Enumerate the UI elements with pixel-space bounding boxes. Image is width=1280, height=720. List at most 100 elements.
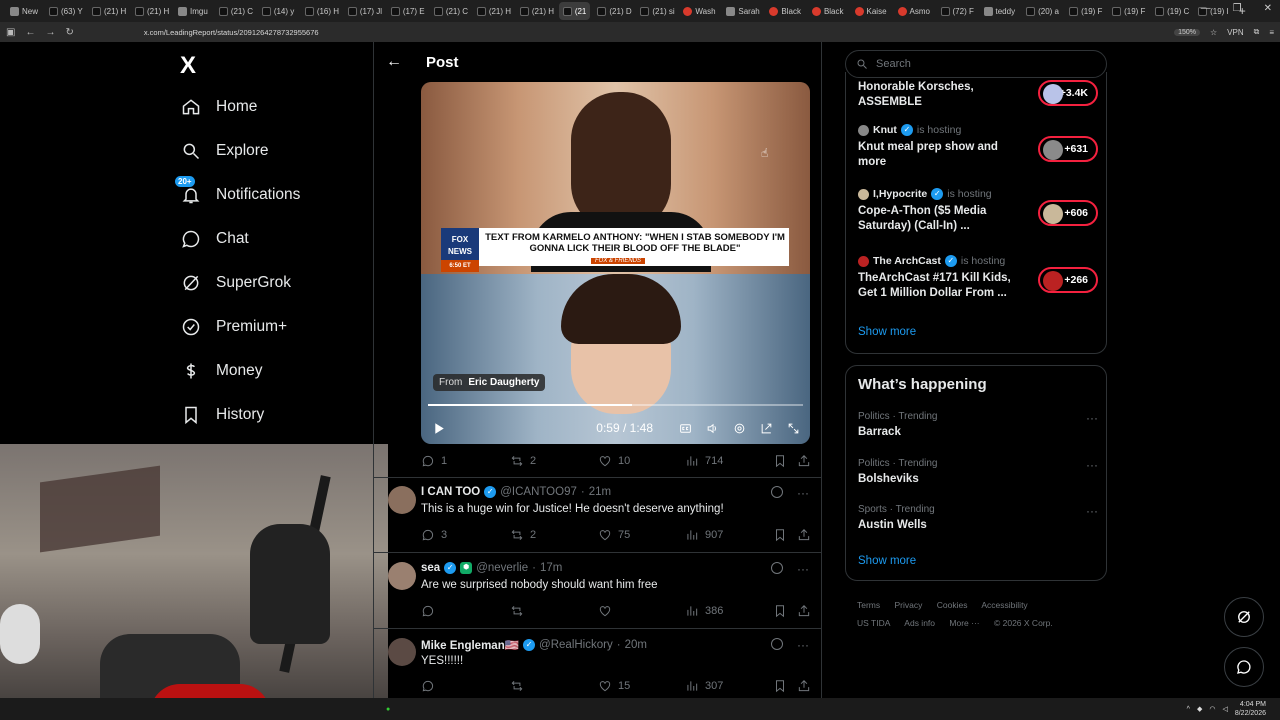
browser-tab[interactable]: (17) Jl [344, 2, 384, 20]
search-input[interactable]: Search [845, 50, 1107, 78]
taskbar-clock[interactable]: 4:04 PM 8/22/2026 [1235, 700, 1266, 718]
browser-tab[interactable]: (63) Y [45, 2, 85, 20]
browser-tab[interactable]: (20) a [1022, 2, 1062, 20]
video-source-label[interactable]: From Eric Daugherty [433, 374, 546, 391]
captions-icon[interactable] [678, 421, 692, 435]
back-arrow-icon[interactable]: ← [386, 53, 402, 71]
reply-button[interactable] [421, 604, 435, 618]
like-button[interactable] [598, 604, 612, 618]
more-options-icon[interactable]: ··· [1086, 458, 1098, 472]
nav-home[interactable]: Home [180, 96, 257, 118]
bookmark-button[interactable] [773, 679, 787, 693]
grok-icon[interactable] [771, 486, 783, 498]
browser-tab[interactable]: (21) si [636, 2, 676, 20]
browser-tab[interactable]: (72) F [937, 2, 977, 20]
views-button[interactable]: 386 [685, 604, 723, 618]
space-item[interactable]: Honorable Korsches, ASSEMBLE +3.4K [858, 76, 1098, 110]
browser-tab[interactable]: (19) F [1108, 2, 1148, 20]
close-window-button[interactable]: ✕ [1264, 3, 1272, 14]
share-button[interactable] [797, 679, 811, 693]
browser-tab[interactable]: (21) C [215, 2, 255, 20]
nav-notifications[interactable]: 20+ Notifications [175, 176, 300, 206]
more-options-icon[interactable]: ··· [1086, 411, 1098, 425]
repost-button[interactable] [510, 679, 524, 693]
space-listeners-pill[interactable]: +3.4K [1038, 80, 1098, 106]
trend-item[interactable]: Sports · Trending Austin Wells ··· [858, 504, 1098, 531]
show-more-link[interactable]: Show more [858, 326, 916, 338]
bookmark-button[interactable] [773, 454, 787, 468]
messages-floating-button[interactable] [1224, 647, 1264, 687]
space-listeners-pill[interactable]: +606 [1038, 200, 1098, 226]
nav-explore[interactable]: Explore [180, 140, 269, 162]
browser-tab[interactable]: (14) y [258, 2, 298, 20]
reply-time[interactable]: 21m [589, 486, 611, 498]
browser-tab[interactable]: (21) D [593, 2, 633, 20]
reply-button[interactable] [421, 679, 435, 693]
maximize-button[interactable]: ❐ [1233, 3, 1242, 14]
like-button[interactable]: 10 [598, 454, 630, 468]
video-progress-bar[interactable] [428, 404, 803, 406]
bookmark-button[interactable] [773, 528, 787, 542]
browser-tab[interactable]: (21) H [131, 2, 171, 20]
reply-handle[interactable]: @ICANTOO97 [500, 486, 577, 498]
nav-chat[interactable]: Chat [180, 228, 249, 250]
share-button[interactable] [797, 528, 811, 542]
minimize-button[interactable]: — [1201, 3, 1211, 14]
fullscreen-icon[interactable] [786, 421, 800, 435]
footer-terms-link[interactable]: Terms [857, 600, 880, 610]
show-more-link[interactable]: Show more [858, 555, 916, 567]
views-button[interactable]: 307 [685, 679, 723, 693]
more-options-icon[interactable]: ··· [1086, 504, 1098, 518]
extensions-icon[interactable]: ⧉ [1254, 27, 1260, 37]
browser-tab[interactable]: Sarah [722, 2, 762, 20]
browser-tab[interactable]: (19) C [1151, 2, 1191, 20]
more-options-icon[interactable]: ··· [797, 562, 809, 576]
avatar[interactable] [388, 638, 416, 666]
space-item[interactable]: The ArchCast ✓ is hosting TheArchCast #171… [858, 255, 1098, 301]
like-button[interactable]: 75 [598, 528, 630, 542]
browser-tab[interactable]: (21) H [473, 2, 513, 20]
url-field[interactable]: x.com/LeadingReport/status/2091264278732… [144, 28, 319, 37]
reply-author-name[interactable]: sea [421, 562, 440, 574]
footer-privacy-link[interactable]: Privacy [895, 600, 923, 610]
video-player[interactable]: FOX NEWS 6:50 ET TEXT FROM KARMELO ANTHO… [421, 82, 810, 444]
speaker-icon[interactable]: ◁ [1222, 705, 1227, 713]
more-options-icon[interactable]: ··· [797, 486, 809, 500]
views-button[interactable]: 907 [685, 528, 723, 542]
tray-app-icon[interactable]: ◆ [1197, 705, 1202, 713]
grok-icon[interactable] [771, 638, 783, 650]
footer-ads-link[interactable]: Ads info [904, 618, 935, 628]
reply-author-name[interactable]: I CAN TOO [421, 486, 480, 498]
browser-tab[interactable]: Imgu [174, 2, 212, 20]
views-button[interactable]: 714 [685, 454, 723, 468]
tray-chevron-icon[interactable]: ^ [1187, 706, 1190, 713]
browser-tab[interactable]: Asmo [894, 2, 934, 20]
browser-tab[interactable]: Wash [679, 2, 719, 20]
browser-tab[interactable]: (21) C [430, 2, 470, 20]
footer-accessibility-link[interactable]: Accessibility [981, 600, 1027, 610]
back-icon[interactable]: ← [25, 27, 35, 38]
bookmark-button[interactable] [773, 604, 787, 618]
grok-icon[interactable] [771, 562, 783, 574]
avatar[interactable] [388, 562, 416, 590]
reply-author-name[interactable]: Mike Engleman🇺🇸 [421, 638, 519, 652]
browser-tab[interactable]: New [6, 2, 42, 20]
zoom-indicator[interactable]: 150% [1174, 28, 1200, 36]
reply-time[interactable]: 17m [540, 562, 562, 574]
browser-tab[interactable]: (21 [558, 2, 591, 20]
browser-tab[interactable]: (17) E [387, 2, 427, 20]
space-item[interactable]: I,Hypocrite ✓ is hosting Cope-A-Thon ($5 M… [858, 188, 1098, 234]
browser-tab[interactable]: (16) H [301, 2, 341, 20]
space-item[interactable]: Knut ✓ is hosting Knut meal prep show and … [858, 124, 1098, 170]
more-options-icon[interactable]: ··· [797, 638, 809, 652]
settings-gear-icon[interactable] [732, 421, 746, 435]
share-button[interactable] [797, 454, 811, 468]
browser-tab[interactable]: (21) H [88, 2, 128, 20]
wifi-icon[interactable]: ◠ [1209, 705, 1215, 713]
reply-handle[interactable]: @neverlie [476, 562, 528, 574]
trend-item[interactable]: Politics · Trending Barrack ··· [858, 411, 1098, 438]
app-icon[interactable]: ● [386, 706, 390, 713]
forward-icon[interactable]: → [45, 27, 55, 38]
star-icon[interactable]: ☆ [1210, 28, 1217, 37]
reply-button[interactable]: 1 [421, 454, 447, 468]
